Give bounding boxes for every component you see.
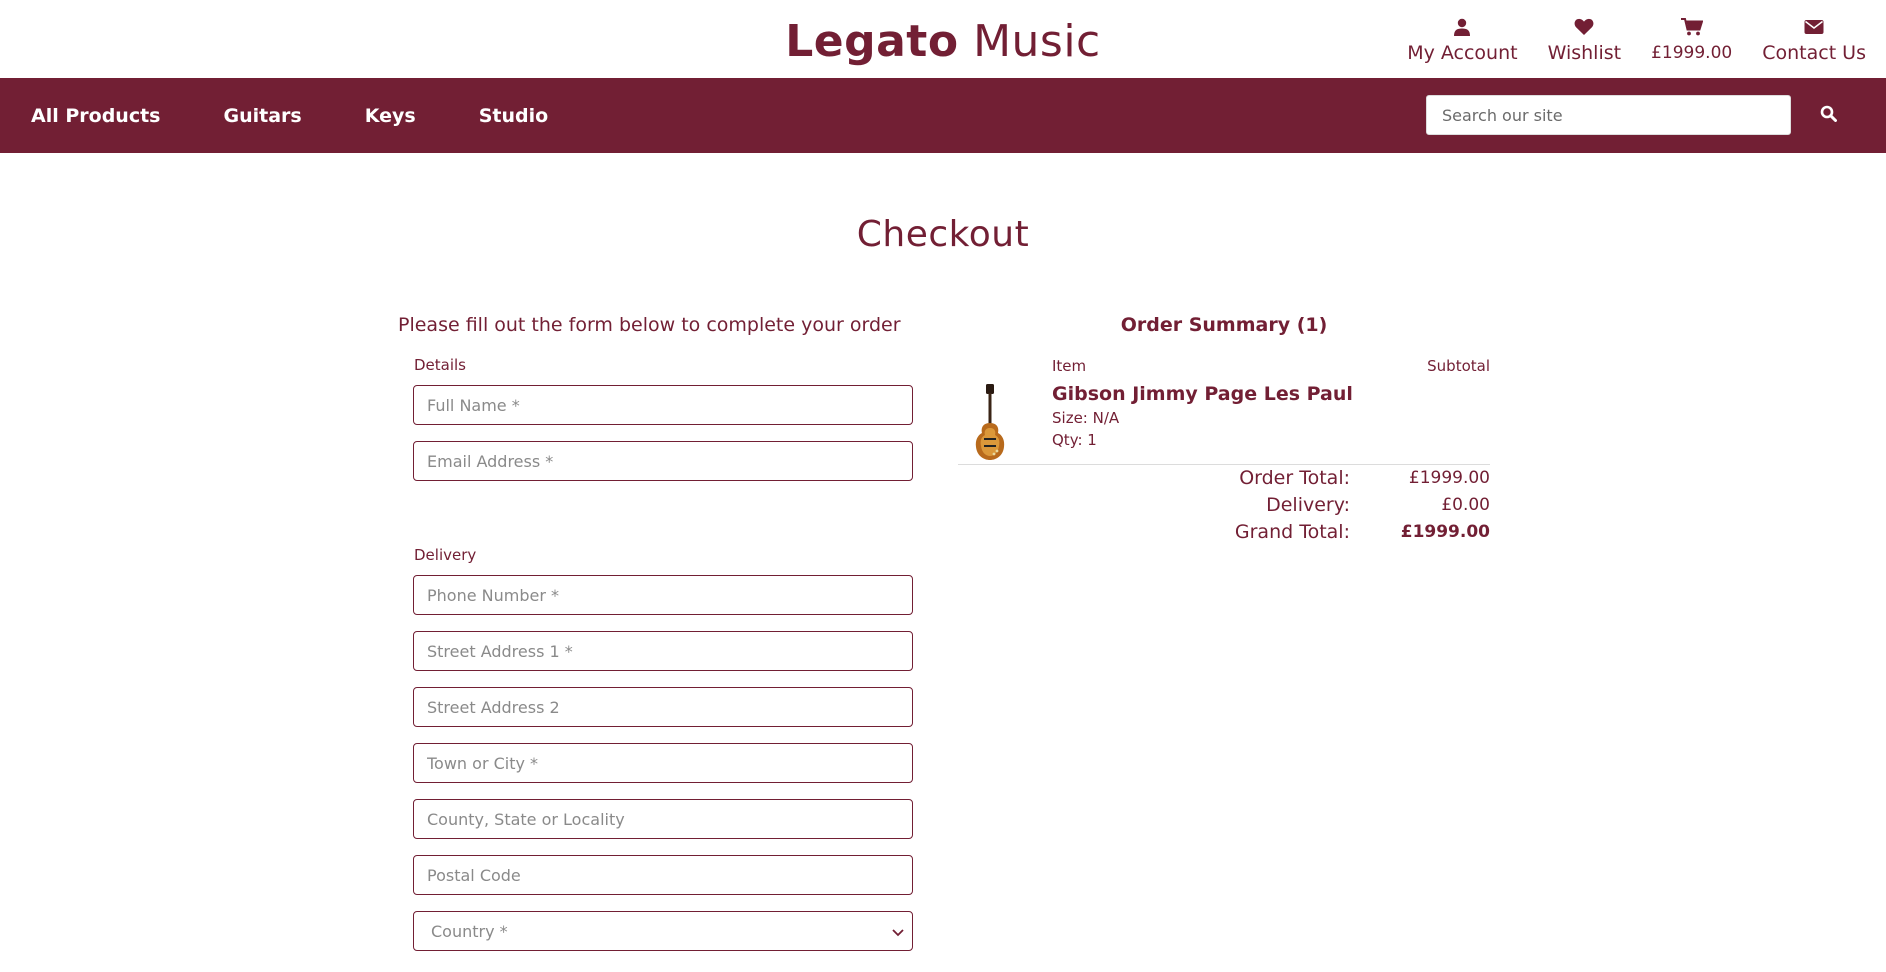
phone-field[interactable] (413, 575, 913, 615)
country-select-value: Country * (431, 921, 508, 941)
nav-all-products[interactable]: All Products (31, 105, 160, 127)
wishlist-link[interactable]: Wishlist (1547, 16, 1622, 65)
nav-guitars[interactable]: Guitars (223, 105, 301, 127)
postcode-field[interactable] (413, 855, 913, 895)
county-field[interactable] (413, 799, 913, 839)
full-name-field[interactable] (413, 385, 913, 425)
item-column-header: Item (1052, 357, 1087, 375)
my-account-link[interactable]: My Account (1407, 16, 1518, 65)
wishlist-label: Wishlist (1547, 42, 1622, 64)
delivery-section-label: Delivery (414, 546, 477, 564)
chevron-down-icon (892, 922, 904, 941)
street-address-2-field[interactable] (413, 687, 913, 727)
main-nav: All Products Guitars Keys Studio (0, 78, 1886, 153)
heart-icon (1574, 16, 1594, 38)
subtotal-column-header: Subtotal (1427, 357, 1490, 375)
contact-link[interactable]: Contact Us (1762, 16, 1866, 65)
my-account-label: My Account (1407, 42, 1518, 64)
town-field[interactable] (413, 743, 913, 783)
brand-name-light: Music (973, 16, 1101, 67)
account-links: My Account Wishlist £1999.00 Contact Us (1407, 16, 1866, 65)
user-icon (1453, 16, 1471, 38)
cart-total-label: £1999.00 (1651, 43, 1733, 63)
details-section-label: Details (414, 356, 467, 374)
order-summary-title: Order Summary (1) (1120, 314, 1328, 336)
product-size: Size: N/A (1052, 409, 1120, 427)
summary-divider (958, 464, 1490, 465)
brand-name-bold: Legato (785, 16, 959, 67)
top-header: Legato Music My Account Wishlist £1999.0… (0, 0, 1886, 78)
cart-link[interactable]: £1999.00 (1651, 16, 1732, 65)
nav-studio[interactable]: Studio (479, 105, 548, 127)
search-icon (1820, 105, 1837, 125)
order-total-value: £1999.00 (1408, 468, 1490, 488)
product-thumbnail (972, 383, 1008, 461)
product-qty: Qty: 1 (1052, 431, 1097, 449)
order-total-label: Order Total: (1239, 467, 1350, 489)
street-address-1-field[interactable] (413, 631, 913, 671)
country-select[interactable]: Country * (413, 911, 913, 951)
search-input[interactable] (1426, 95, 1791, 135)
envelope-icon (1804, 16, 1824, 38)
category-links: All Products Guitars Keys Studio (31, 78, 548, 153)
contact-label: Contact Us (1762, 42, 1866, 64)
product-name: Gibson Jimmy Page Les Paul (1052, 383, 1353, 405)
grand-total-label: Grand Total: (1234, 521, 1350, 543)
email-field[interactable] (413, 441, 913, 481)
delivery-cost-value: £0.00 (1441, 495, 1490, 515)
form-intro-text: Please fill out the form below to comple… (398, 314, 901, 336)
cart-icon (1680, 16, 1703, 38)
delivery-cost-label: Delivery: (1266, 494, 1350, 516)
page-title: Checkout (856, 214, 1030, 255)
search-button[interactable] (1808, 95, 1848, 135)
nav-keys[interactable]: Keys (365, 105, 416, 127)
grand-total-value: £1999.00 (1400, 522, 1490, 542)
